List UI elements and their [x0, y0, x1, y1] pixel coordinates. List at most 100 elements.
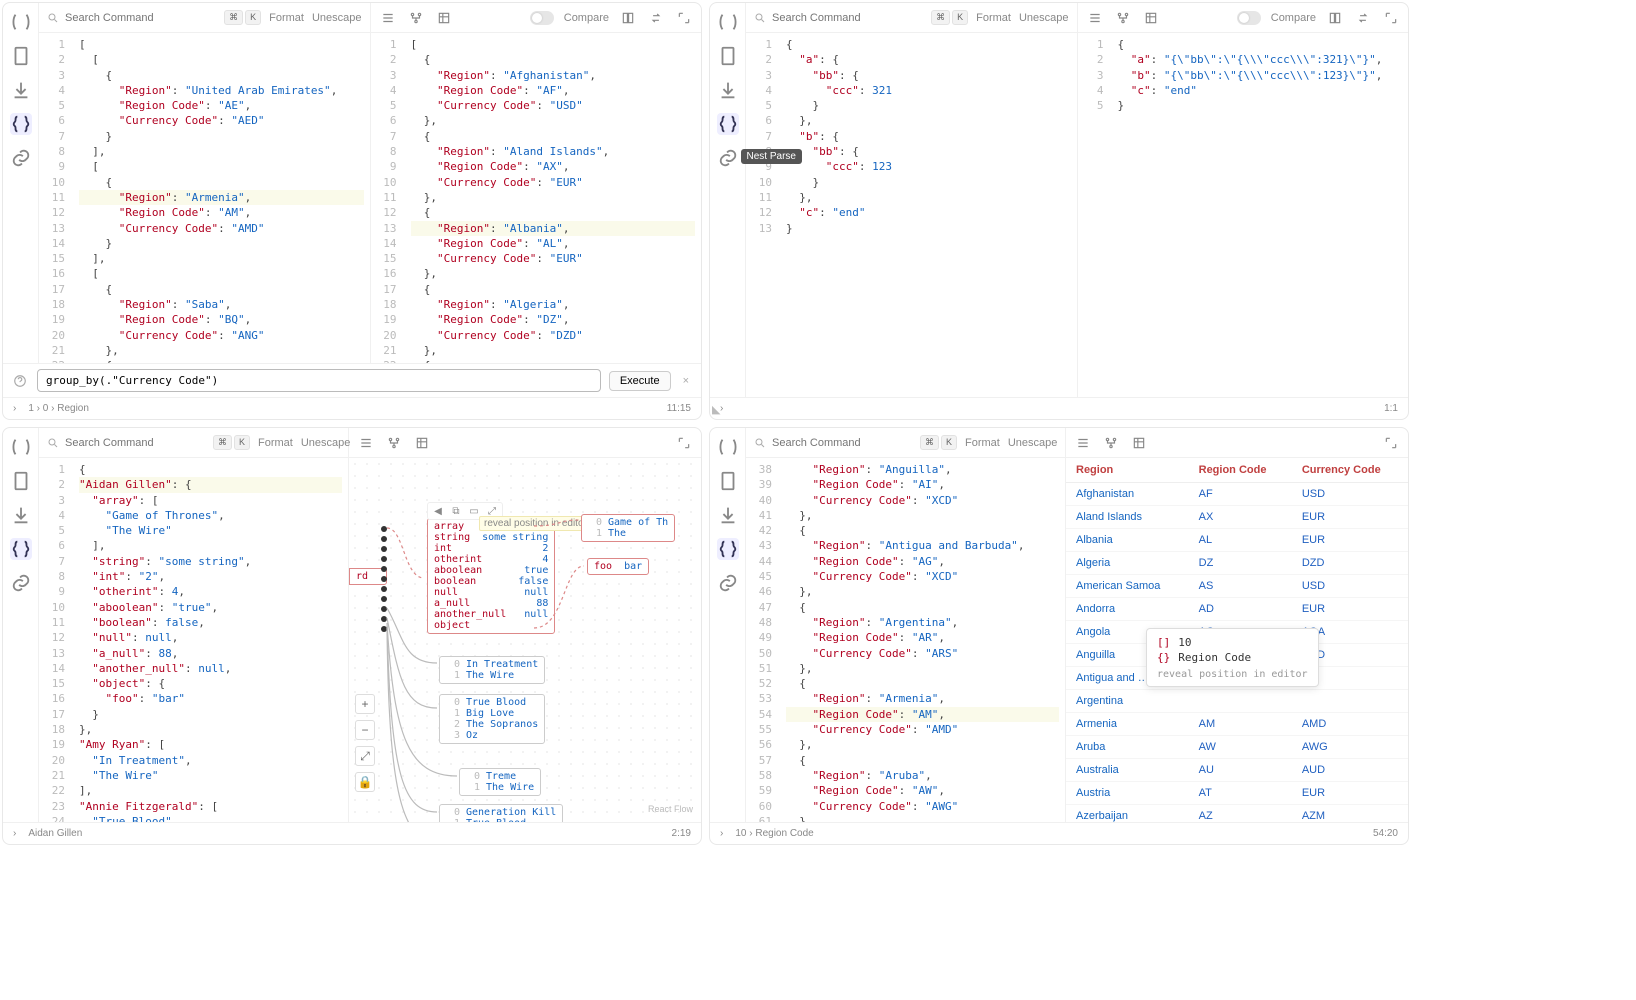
- logo-icon[interactable]: [10, 436, 32, 458]
- link-icon[interactable]: [10, 572, 32, 594]
- download-icon[interactable]: [717, 504, 739, 526]
- doc-icon[interactable]: [10, 470, 32, 492]
- download-icon[interactable]: [10, 79, 32, 101]
- left-editor[interactable]: 1234567891011121314151617181920212223242…: [39, 458, 348, 822]
- split-icon[interactable]: [1326, 9, 1344, 27]
- download-icon[interactable]: [10, 504, 32, 526]
- flow-icon[interactable]: [407, 9, 425, 27]
- table-row[interactable]: American SamoaASUSD: [1066, 575, 1408, 598]
- table-row[interactable]: AustriaATEUR: [1066, 782, 1408, 805]
- list-icon[interactable]: [357, 434, 375, 452]
- popover-hint[interactable]: reveal position in editor: [1157, 669, 1308, 680]
- table-row[interactable]: Argentina: [1066, 690, 1408, 713]
- compare-toggle[interactable]: [1237, 11, 1261, 25]
- table-header[interactable]: Region: [1066, 458, 1189, 483]
- search-input[interactable]: ⌘K: [754, 10, 968, 25]
- execute-button[interactable]: Execute: [609, 371, 671, 391]
- flow-icon[interactable]: [1102, 434, 1120, 452]
- table-row[interactable]: AlgeriaDZDZD: [1066, 552, 1408, 575]
- format-button[interactable]: Format: [976, 12, 1011, 24]
- zoom-control[interactable]: 🔒: [355, 772, 375, 792]
- table-row[interactable]: ArubaAWAWG: [1066, 736, 1408, 759]
- format-button[interactable]: Format: [965, 437, 1000, 449]
- left-editor[interactable]: 12345678910111213 { "a": { "bb": { "ccc"…: [746, 33, 1077, 397]
- expand-icon[interactable]: [1382, 434, 1400, 452]
- close-query-icon[interactable]: ×: [679, 375, 693, 387]
- table-row[interactable]: AfghanistanAFUSD: [1066, 483, 1408, 506]
- swap-icon[interactable]: [1354, 9, 1372, 27]
- table-row[interactable]: AndorraADEUR: [1066, 598, 1408, 621]
- braces-icon[interactable]: [717, 538, 739, 560]
- flow-node[interactable]: array string some stringint 2otherint 4a…: [427, 518, 555, 634]
- left-editor[interactable]: 3839404142434445464748495051525354555657…: [746, 458, 1065, 822]
- unescape-button[interactable]: Unescape: [1019, 12, 1069, 24]
- list-icon[interactable]: [1086, 9, 1104, 27]
- node-tool-icon[interactable]: ⧉: [449, 504, 463, 518]
- table-icon[interactable]: [435, 9, 453, 27]
- table-icon[interactable]: [413, 434, 431, 452]
- logo-icon[interactable]: [717, 11, 739, 33]
- zoom-control[interactable]: −: [355, 720, 375, 740]
- doc-icon[interactable]: [10, 45, 32, 67]
- table-header[interactable]: Region Code: [1189, 458, 1292, 483]
- swap-icon[interactable]: [647, 9, 665, 27]
- flow-node[interactable]: 0Game of Th1The: [581, 514, 675, 542]
- right-editor[interactable]: 12345 { "a": "{\"bb\":\"{\\\"ccc\\\":321…: [1078, 33, 1409, 397]
- download-icon[interactable]: [717, 79, 739, 101]
- expand-icon[interactable]: [1382, 9, 1400, 27]
- flow-node[interactable]: foo bar: [587, 558, 649, 575]
- list-icon[interactable]: [1074, 434, 1092, 452]
- flow-node[interactable]: 0In Treatment1The Wire: [439, 656, 545, 684]
- table-header[interactable]: Currency Code: [1292, 458, 1408, 483]
- left-editor[interactable]: 1234567891011121314151617181920212223242…: [39, 33, 370, 363]
- node-tool-icon[interactable]: ◀: [431, 504, 445, 518]
- flow-canvas[interactable]: rd array string some stringint 2otherint…: [349, 458, 701, 822]
- resize-corner-icon[interactable]: ◣: [712, 403, 726, 417]
- search-input[interactable]: ⌘K: [47, 10, 261, 25]
- flow-icon[interactable]: [385, 434, 403, 452]
- unescape-button[interactable]: Unescape: [301, 437, 351, 449]
- reveal-hint[interactable]: reveal position in editor: [479, 516, 592, 531]
- list-icon[interactable]: [379, 9, 397, 27]
- expand-icon[interactable]: [675, 434, 693, 452]
- unescape-button[interactable]: Unescape: [1008, 437, 1058, 449]
- flow-icon[interactable]: [1114, 9, 1132, 27]
- logo-icon[interactable]: [717, 436, 739, 458]
- search-input[interactable]: ⌘K: [754, 435, 957, 450]
- breadcrumb[interactable]: ›1 › 0 › Region: [13, 403, 89, 414]
- doc-icon[interactable]: [717, 45, 739, 67]
- link-icon[interactable]: [10, 147, 32, 169]
- table-row[interactable]: AzerbaijanAZAZM: [1066, 805, 1408, 823]
- link-icon[interactable]: [717, 572, 739, 594]
- flow-node[interactable]: 0Generation Kill1True Blood: [439, 804, 563, 822]
- table-row[interactable]: AlbaniaALEUR: [1066, 529, 1408, 552]
- breadcrumb[interactable]: ›Aidan Gillen: [13, 828, 82, 839]
- right-editor[interactable]: 1234567891011121314151617181920212223242…: [371, 33, 702, 363]
- braces-icon[interactable]: [10, 113, 32, 135]
- zoom-control[interactable]: ⤢: [355, 746, 375, 766]
- flow-node[interactable]: 0Treme1The Wire: [459, 768, 541, 796]
- table-row[interactable]: AustraliaAUAUD: [1066, 759, 1408, 782]
- table-icon[interactable]: [1130, 434, 1148, 452]
- unescape-button[interactable]: Unescape: [312, 12, 362, 24]
- doc-icon[interactable]: [717, 470, 739, 492]
- query-input[interactable]: [37, 369, 601, 392]
- table-icon[interactable]: [1142, 9, 1160, 27]
- compare-toggle[interactable]: [530, 11, 554, 25]
- link-icon[interactable]: Nest Parse: [717, 147, 739, 169]
- search-input[interactable]: ⌘K: [47, 435, 250, 450]
- expand-icon[interactable]: [675, 9, 693, 27]
- compare-label: Compare: [564, 12, 609, 24]
- flow-node[interactable]: 0True Blood1Big Love2The Sopranos3Oz: [439, 694, 545, 744]
- braces-icon[interactable]: [717, 113, 739, 135]
- format-button[interactable]: Format: [269, 12, 304, 24]
- table-row[interactable]: ArmeniaAMAMD: [1066, 713, 1408, 736]
- zoom-control[interactable]: +: [355, 694, 375, 714]
- table-row[interactable]: Aland IslandsAXEUR: [1066, 506, 1408, 529]
- help-icon[interactable]: [11, 372, 29, 390]
- logo-icon[interactable]: [10, 11, 32, 33]
- braces-icon[interactable]: [10, 538, 32, 560]
- split-icon[interactable]: [619, 9, 637, 27]
- breadcrumb[interactable]: ›10 › Region Code: [720, 828, 814, 839]
- format-button[interactable]: Format: [258, 437, 293, 449]
